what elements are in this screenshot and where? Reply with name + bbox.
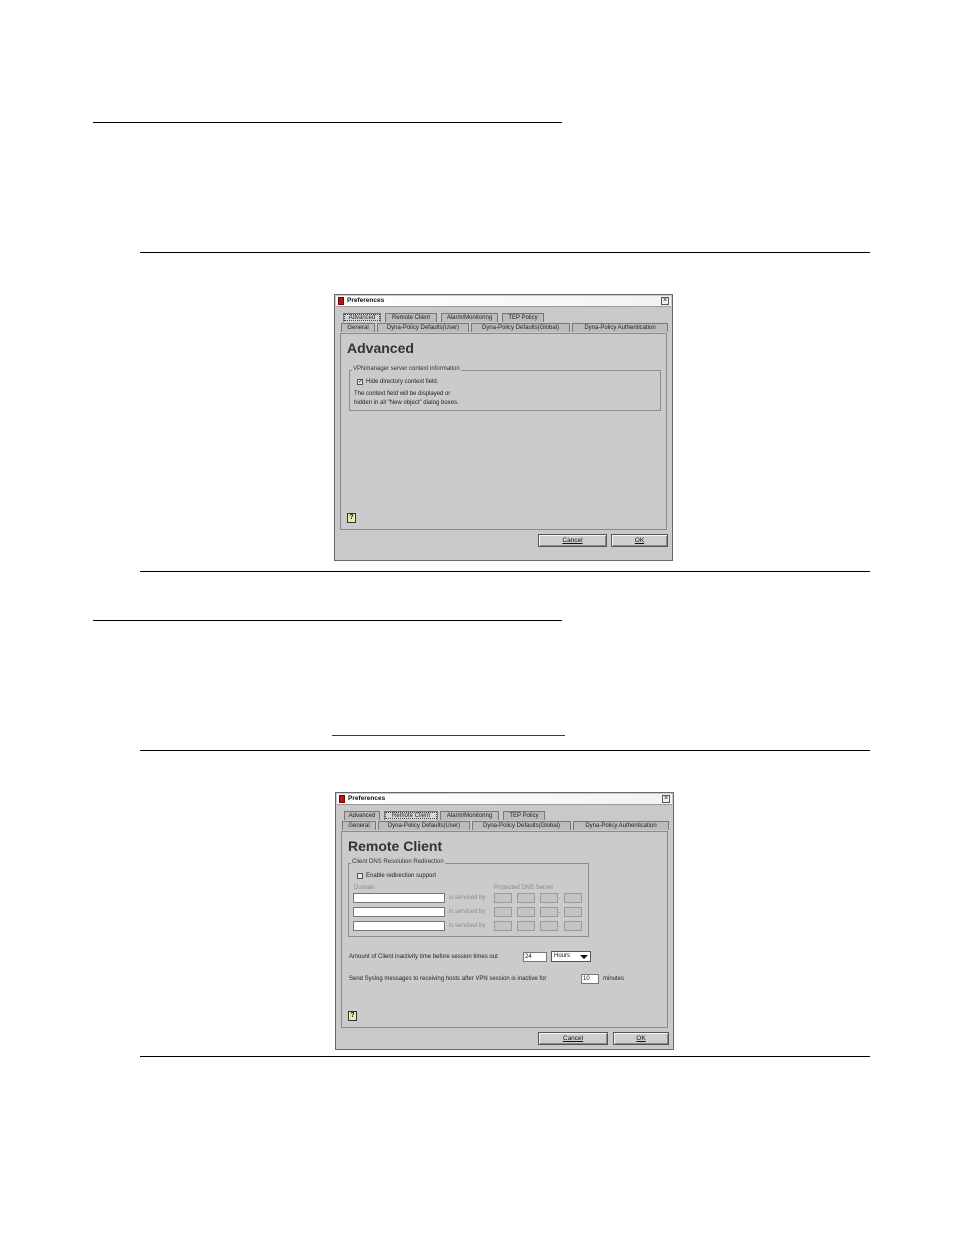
hide-context-checkbox[interactable]: ✓ (357, 379, 363, 385)
serviced-by-label: is serviced by (449, 909, 486, 915)
group-label: VPNmanager server context information (352, 366, 461, 372)
description-line: The context field will be displayed or (354, 391, 451, 397)
dns-octet-input[interactable] (517, 921, 535, 931)
tab-alarm-monitoring[interactable]: Alarm/Monitoring (441, 313, 498, 322)
dns-octet-input[interactable] (564, 907, 582, 917)
chevron-down-icon (580, 955, 588, 959)
syslog-label: Send Syslog messages to receiving hosts … (349, 976, 547, 982)
ok-button[interactable]: OK (613, 1032, 669, 1045)
serviced-by-label: is serviced by (449, 895, 486, 901)
group-label: Client DNS Resolution Redirection (351, 859, 445, 865)
preferences-dialog-advanced: Preferences × Advanced Remote Client Ala… (334, 294, 673, 561)
close-icon[interactable]: × (662, 795, 670, 803)
panel-title: Advanced (347, 340, 414, 356)
serviced-by-label: is serviced by (449, 923, 486, 929)
section-rule (93, 620, 562, 621)
help-icon[interactable]: ? (348, 1011, 357, 1021)
help-icon[interactable]: ? (347, 513, 356, 523)
dns-octet-input[interactable] (540, 893, 558, 903)
close-icon[interactable]: × (661, 297, 669, 305)
title-bar[interactable]: Preferences × (336, 296, 671, 307)
ok-label: OK (634, 537, 645, 544)
inactivity-timeout-input[interactable]: 24 (523, 952, 547, 962)
tab-dyna-policy-defaults-user[interactable]: Dyna-Policy Defaults(User) (377, 323, 469, 332)
ip-separator: . (559, 923, 561, 929)
title-bar[interactable]: Preferences × (337, 794, 672, 805)
tab-dyna-policy-defaults-global[interactable]: Dyna-Policy Defaults(Global) (472, 821, 571, 830)
enable-redirection-checkbox[interactable] (357, 873, 363, 879)
inactivity-unit-value: Hours (554, 953, 571, 959)
preferences-dialog-remote-client: Preferences × Advanced Remote Client Ala… (335, 792, 674, 1050)
inactivity-unit-select[interactable]: Hours (551, 951, 591, 962)
dns-octet-input[interactable] (540, 921, 558, 931)
panel-title: Remote Client (348, 838, 443, 854)
tab-dyna-policy-authentication[interactable]: Dyna-Policy Authentication (572, 323, 668, 332)
tab-tep-policy[interactable]: TEP Policy (502, 313, 544, 322)
figure-bottom-rule (140, 571, 870, 572)
dns-redirection-group: Client DNS Resolution Redirection Enable… (348, 859, 589, 937)
context-info-group: VPNmanager server context information ✓ … (349, 366, 661, 411)
tab-tep-policy[interactable]: TEP Policy (503, 811, 545, 820)
dns-octet-input[interactable] (517, 893, 535, 903)
ok-button[interactable]: OK (611, 534, 668, 547)
hyperlink-underline[interactable] (332, 735, 565, 736)
dialog-title: Preferences (348, 795, 386, 802)
domain-input[interactable] (353, 907, 445, 917)
dns-octet-input[interactable] (494, 921, 512, 931)
dns-server-header: Protected DNS Server (494, 885, 554, 891)
dns-octet-input[interactable] (494, 907, 512, 917)
figure-bottom-rule (140, 1056, 870, 1057)
tab-row-2: General Dyna-Policy Defaults(User) Dyna-… (342, 821, 669, 831)
dns-octet-input[interactable] (517, 907, 535, 917)
app-icon (338, 297, 344, 305)
tab-advanced[interactable]: Advanced (344, 811, 380, 820)
tab-remote-client[interactable]: Remote Client (384, 811, 438, 820)
tab-general[interactable]: General (341, 323, 375, 332)
ip-separator: . (559, 909, 561, 915)
dialog-title: Preferences (347, 297, 385, 304)
ip-separator: . (559, 895, 561, 901)
tab-advanced[interactable]: Advanced (343, 313, 381, 322)
cancel-label: Cancel (562, 1035, 584, 1042)
domain-header: Domain (354, 885, 375, 891)
figure-top-rule (140, 750, 870, 751)
tab-dyna-policy-authentication[interactable]: Dyna-Policy Authentication (573, 821, 669, 830)
inactivity-label: Amount of Client inactivity time before … (349, 954, 498, 960)
domain-input[interactable] (353, 893, 445, 903)
cancel-button[interactable]: Cancel (538, 534, 607, 547)
tab-row-1: Advanced Remote Client Alarm/Monitoring … (341, 313, 666, 323)
tab-dyna-policy-defaults-user[interactable]: Dyna-Policy Defaults(User) (378, 821, 470, 830)
tab-row-2: General Dyna-Policy Defaults(User) Dyna-… (341, 323, 668, 333)
cancel-label: Cancel (562, 537, 583, 544)
syslog-unit-label: minutes (603, 976, 625, 982)
ok-label: OK (636, 1035, 646, 1042)
tab-panel: Remote Client Client DNS Resolution Redi… (341, 831, 668, 1028)
dns-octet-input[interactable] (540, 907, 558, 917)
syslog-minutes-input[interactable]: 10 (581, 974, 599, 984)
dns-octet-input[interactable] (564, 921, 582, 931)
dns-octet-input[interactable] (564, 893, 582, 903)
section-rule (93, 122, 562, 123)
tab-row-1: Advanced Remote Client Alarm/Monitoring … (342, 811, 667, 821)
tab-dyna-policy-defaults-global[interactable]: Dyna-Policy Defaults(Global) (471, 323, 570, 332)
description-line: hidden in all "New object" dialog boxes. (354, 400, 459, 406)
domain-input[interactable] (353, 921, 445, 931)
tab-general[interactable]: General (342, 821, 376, 830)
cancel-button[interactable]: Cancel (538, 1032, 608, 1045)
dns-octet-input[interactable] (494, 893, 512, 903)
tab-alarm-monitoring[interactable]: Alarm/Monitoring (440, 811, 499, 820)
tab-panel: Advanced VPNmanager server context infor… (340, 333, 667, 530)
checkbox-label: Enable redirection support (366, 873, 437, 879)
figure-top-rule (140, 252, 870, 253)
app-icon (339, 795, 345, 803)
tab-remote-client[interactable]: Remote Client (385, 313, 437, 322)
checkbox-label: Hide directory context field. (366, 379, 439, 385)
